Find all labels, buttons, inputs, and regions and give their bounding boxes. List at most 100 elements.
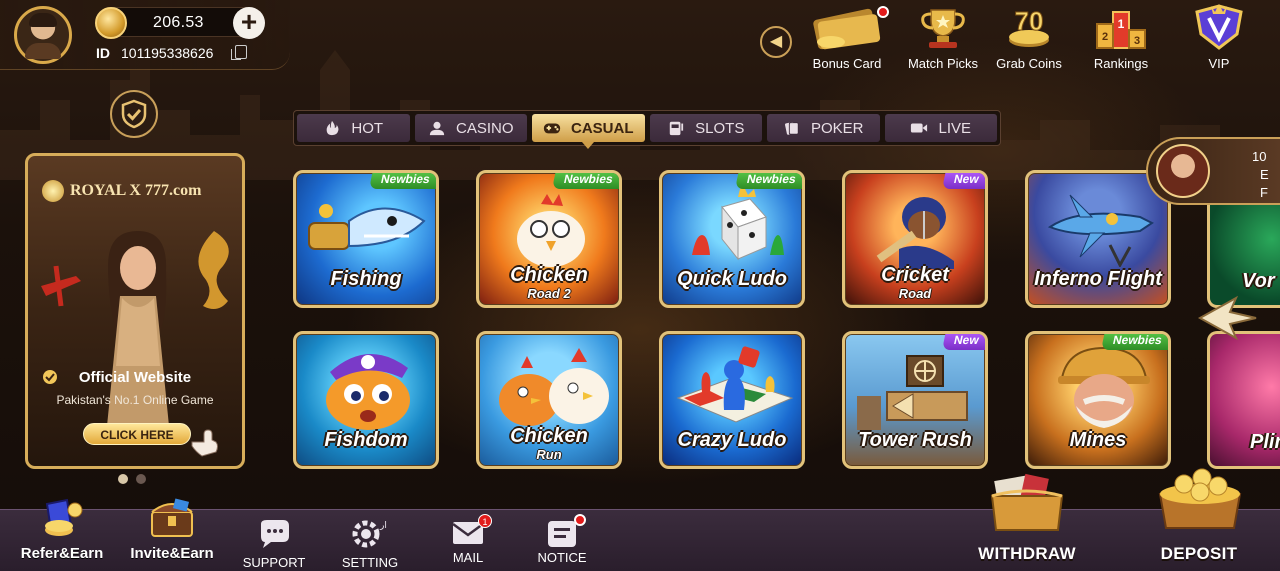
copy-icon[interactable]: [231, 45, 247, 60]
bottom-navigation: Refer&Earn Invite&Earn SUPPORT ار SETTIN…: [0, 468, 1280, 571]
nav-label: MAIL: [452, 550, 484, 565]
refer-earn-icon: [45, 498, 83, 536]
pagination-dot-active[interactable]: [118, 474, 128, 484]
dice-pawns-illustration: [692, 187, 784, 261]
setting-button[interactable]: ار SETTING: [334, 510, 406, 571]
banner-logo: ROYAL X 777.com: [70, 182, 202, 199]
nav-label: Rankings: [1093, 56, 1149, 71]
chicken-illustration: [517, 194, 585, 267]
game-card-chicken-run[interactable]: Chicken Run: [476, 331, 622, 469]
logo-coin-icon: [42, 180, 64, 202]
collapse-arrow-button[interactable]: ◀: [760, 26, 792, 58]
user-id-label: ID: [96, 45, 110, 61]
cricket-player-illustration: [876, 197, 954, 269]
notification-dot: [877, 6, 889, 18]
mail-button[interactable]: 1 MAIL: [432, 510, 504, 571]
support-button[interactable]: SUPPORT: [238, 510, 310, 571]
game-title: Vor: [1242, 270, 1275, 292]
verified-shield-button[interactable]: [110, 90, 158, 138]
game-title: Plin: [1250, 431, 1280, 453]
game-title: Mines: [1069, 429, 1127, 451]
profile-panel: 206.53 + ID 101195338626: [0, 0, 290, 70]
nav-vip[interactable]: VIP: [1174, 4, 1264, 78]
red-plane-icon: [41, 265, 81, 307]
invite-earn-chest-icon: [151, 498, 193, 537]
nav-label: VIP: [1208, 56, 1230, 71]
scroll-right-arrow-icon[interactable]: [1196, 294, 1258, 342]
new-tag: New: [942, 334, 985, 350]
user-id-value: 101195338626: [121, 45, 214, 61]
game-card-inferno-flight[interactable]: Inferno Flight: [1025, 170, 1171, 308]
banner-official-text: Official Website: [78, 369, 192, 386]
promo-avatar: [1156, 144, 1210, 198]
nav-bonus-card[interactable]: Bonus Card: [802, 4, 892, 78]
category-tabs: HOT CASINO CASUAL SLOTS POKER LIVE: [293, 110, 1001, 149]
deposit-button[interactable]: DEPOSIT: [1140, 468, 1258, 571]
avatar[interactable]: [14, 6, 72, 64]
game-title: Crazy Ludo: [677, 429, 787, 451]
game-card-fishing[interactable]: Newbies Fishing: [293, 170, 439, 308]
tab-casino[interactable]: CASINO: [414, 114, 527, 142]
game-subtitle: Run: [536, 447, 562, 462]
new-tag: New: [942, 173, 985, 189]
ludo-board-illustration: [676, 346, 794, 423]
svg-text:ار: ار: [379, 521, 387, 531]
vip-crest-icon: [1195, 4, 1243, 50]
game-title: Inferno Flight: [1034, 268, 1162, 290]
refer-earn-button[interactable]: Refer&Earn: [14, 498, 110, 571]
airplane-illustration: [1047, 194, 1154, 267]
game-card-partial-plinko[interactable]: Plin: [1207, 331, 1280, 469]
tab-hot[interactable]: HOT: [297, 114, 410, 142]
game-card-mines[interactable]: Newbies Mines: [1025, 331, 1171, 469]
click-here-button[interactable]: CLICK HERE: [83, 423, 191, 445]
nav-rankings[interactable]: 1 2 3 Rankings: [1076, 4, 1166, 78]
cards-icon: [784, 122, 799, 135]
trophy-icon: [921, 9, 965, 48]
nav-label: NOTICE: [537, 550, 587, 565]
rankings-podium-icon: 1 2 3: [1096, 11, 1146, 49]
promo-text-3: F: [1260, 185, 1268, 200]
game-subtitle: Road: [898, 286, 932, 301]
mail-unread-badge: 1: [478, 514, 492, 528]
golden-dragon-icon: [198, 231, 229, 310]
nav-label: Grab Coins: [996, 56, 1062, 71]
banner-pagination: [118, 474, 146, 484]
support-chat-icon: [261, 520, 289, 548]
tab-label: LIVE: [938, 119, 972, 137]
add-funds-button[interactable]: +: [233, 7, 265, 39]
nav-grab-coins[interactable]: 70 Grab Coins: [984, 4, 1074, 78]
newbies-tag: Newbies: [369, 173, 436, 189]
tab-poker[interactable]: POKER: [767, 114, 880, 142]
deposit-label: DEPOSIT: [1160, 544, 1238, 563]
newbies-tag: Newbies: [552, 173, 619, 189]
gear-icon: ار: [352, 520, 387, 548]
balance-value: 206.53: [153, 14, 204, 31]
tab-label: CASINO: [455, 119, 514, 137]
miner-illustration: [1058, 346, 1150, 428]
game-card-chicken-road-2[interactable]: Newbies Chicken Road 2: [476, 170, 622, 308]
newbies-tag: Newbies: [1101, 334, 1168, 350]
game-card-quick-ludo[interactable]: Newbies Quick Ludo: [659, 170, 805, 308]
banner-tagline: Pakistan's No.1 Online Game: [56, 393, 214, 407]
coin-icon: [95, 7, 127, 39]
invite-earn-button[interactable]: Invite&Earn: [124, 498, 220, 571]
nav-label: Invite&Earn: [130, 545, 214, 562]
pagination-dot[interactable]: [136, 474, 146, 484]
notice-button[interactable]: NOTICE: [526, 510, 598, 571]
promo-banner[interactable]: ROYAL X 777.com Official Website Pakista…: [25, 153, 245, 469]
game-card-tower-rush[interactable]: New Tower Rush: [842, 331, 988, 469]
game-title: Quick Ludo: [677, 268, 787, 290]
game-card-crazy-ludo[interactable]: Crazy Ludo: [659, 331, 805, 469]
game-card-fishdom[interactable]: Fishdom: [293, 331, 439, 469]
grab-coins-icon: 70: [1009, 6, 1049, 47]
nav-match-picks[interactable]: Match Picks: [898, 4, 988, 78]
pirate-fish-illustration: [326, 353, 410, 430]
tab-live[interactable]: LIVE: [884, 114, 997, 142]
newbies-tag: Newbies: [735, 173, 802, 189]
floating-promo-pill[interactable]: 10 E F: [1146, 137, 1280, 205]
game-card-cricket-road[interactable]: New Cricket Road: [842, 170, 988, 308]
slot-machine-icon: [669, 121, 684, 136]
withdraw-button[interactable]: WITHDRAW: [966, 473, 1088, 571]
tab-slots[interactable]: SLOTS: [649, 114, 762, 142]
tab-casual[interactable]: CASUAL: [532, 114, 645, 149]
